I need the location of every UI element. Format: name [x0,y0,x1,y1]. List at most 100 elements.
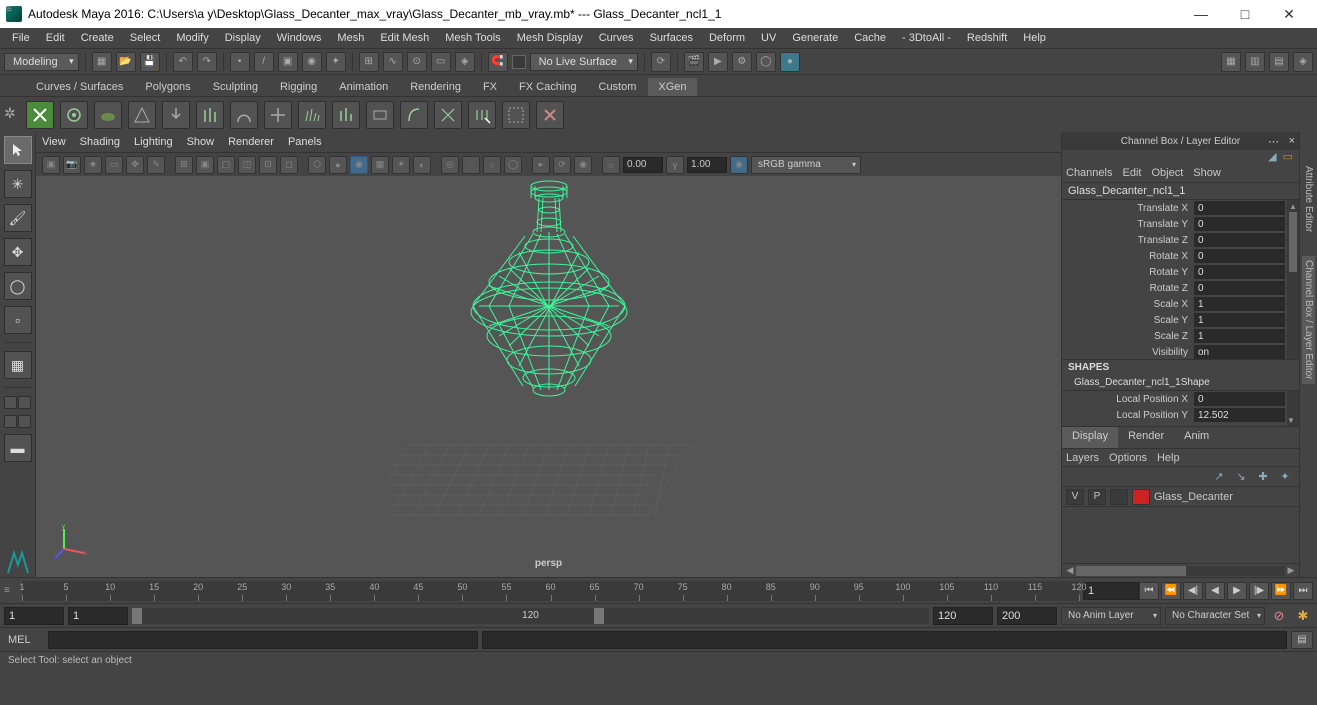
layer-hscrollbar[interactable]: ◀▶ [1062,563,1299,577]
undo-icon[interactable]: ↶ [173,52,193,72]
select-face-icon[interactable]: ▣ [278,52,298,72]
select-vertex-icon[interactable]: • [230,52,250,72]
layer-color-swatch[interactable] [1132,489,1150,505]
attr-value[interactable]: 12.502 [1194,408,1285,422]
panel-layout4-icon[interactable]: ◈ [1293,52,1313,72]
vp-shaded-icon[interactable]: ● [329,156,347,174]
step-back-button[interactable]: ◀| [1183,582,1203,600]
vp-color-mode-dropdown[interactable]: sRGB gamma [751,156,861,174]
snap-plane-icon[interactable]: ▭ [431,52,451,72]
range-end-field[interactable]: 200 [997,607,1057,625]
single-view-icon[interactable]: ▬ [4,434,32,462]
step-back-key-button[interactable]: ⏪ [1161,582,1181,600]
cb-menu-show[interactable]: Show [1193,167,1221,179]
vp-menu-show[interactable]: Show [187,136,215,148]
paint-tool[interactable]: 🖌 [4,204,32,232]
workspace-mode-dropdown[interactable]: Modeling [4,53,79,71]
snap-grid-icon[interactable]: ⊞ [359,52,379,72]
render-settings-icon[interactable]: ⚙ [732,52,752,72]
channel-scrollbar[interactable]: ▲ [1287,200,1299,359]
vp-lights-icon[interactable]: ☀ [392,156,410,174]
menu-redshift[interactable]: Redshift [959,30,1015,46]
object-name[interactable]: Glass_Decanter_ncl1_1 [1062,182,1299,199]
timeline-ruler[interactable]: 1510152025303540455055606570758085909510… [22,581,1079,601]
menu-mesh-tools[interactable]: Mesh Tools [437,30,508,46]
attr-value[interactable]: 0 [1194,201,1285,215]
attr-row-rotate-y[interactable]: Rotate Y0 [1062,264,1299,280]
menu-uv[interactable]: UV [753,30,784,46]
minimize-button[interactable]: — [1179,0,1223,28]
vp-isolate-icon[interactable]: ◎ [441,156,459,174]
ipr-render-icon[interactable]: ▶ [708,52,728,72]
cmd-input[interactable] [48,631,478,649]
select-edge-icon[interactable]: / [254,52,274,72]
vp-shaded-wire-icon[interactable]: ◉ [350,156,368,174]
select-multi-icon[interactable]: ✦ [326,52,346,72]
xgen-cut-icon[interactable] [434,101,462,129]
attr-value[interactable]: 0 [1194,249,1285,263]
vtab-attribute-editor[interactable]: Attribute Editor [1302,162,1315,236]
new-scene-icon[interactable]: ▦ [92,52,112,72]
vp-textured-icon[interactable]: ▦ [371,156,389,174]
viewport-3d[interactable]: y x z persp [36,176,1061,577]
current-frame-field[interactable]: 1 [1083,582,1139,600]
timeline-menu-icon[interactable]: ≡ [4,585,18,596]
vp-field-chart-icon[interactable]: ⊡ [259,156,277,174]
channel-icon2[interactable]: ▭ [1283,150,1293,164]
layer-move-up-icon[interactable]: ↗ [1211,469,1227,485]
cb-menu-channels[interactable]: Channels [1066,167,1112,179]
go-end-button[interactable]: ⏭ [1293,582,1313,600]
save-scene-icon[interactable]: 💾 [140,52,160,72]
layer-menu-layers[interactable]: Layers [1066,452,1099,464]
shape-scrollbar[interactable]: ▼ [1287,391,1299,426]
layer-display-cell[interactable] [1110,489,1128,505]
shape-attr-row[interactable]: Local Position X0 [1062,391,1299,407]
vp-xray-comp-icon[interactable]: ◯ [504,156,522,174]
vp-grid-icon[interactable]: ⊞ [175,156,193,174]
scale-tool[interactable]: ▫ [4,306,32,334]
rotate-tool[interactable]: ◯ [4,272,32,300]
layer-new-icon[interactable]: ✦ [1277,469,1293,485]
lasso-tool[interactable]: ✳ [4,170,32,198]
autokey-icon[interactable]: ⊘ [1269,606,1289,626]
xgen-move-icon[interactable] [264,101,292,129]
shelf-tab-fx[interactable]: FX [473,78,507,96]
menu-file[interactable]: File [4,30,38,46]
xgen-collect-icon[interactable] [94,101,122,129]
layer-new-empty-icon[interactable]: ✚ [1255,469,1271,485]
xgen-bend-icon[interactable] [400,101,428,129]
close-button[interactable]: ✕ [1267,0,1311,28]
attr-row-translate-y[interactable]: Translate Y0 [1062,216,1299,232]
character-set-dropdown[interactable]: No Character Set [1165,607,1265,625]
vp-xray-joints-icon[interactable]: ○ [483,156,501,174]
shelf-tab-sculpting[interactable]: Sculpting [203,78,268,96]
range-out-field[interactable]: 120 [933,607,993,625]
shelf-tab-curves-surfaces[interactable]: Curves / Surfaces [26,78,133,96]
attr-value[interactable]: 0 [1194,392,1285,406]
attr-row-rotate-z[interactable]: Rotate Z0 [1062,280,1299,296]
layer-tab-display[interactable]: Display [1062,427,1118,448]
attr-value[interactable]: 0 [1194,281,1285,295]
panel-layout1-icon[interactable]: ▦ [1221,52,1241,72]
attr-value[interactable]: 1 [1194,313,1285,327]
move-tool[interactable]: ✥ [4,238,32,266]
menu-edit[interactable]: Edit [38,30,73,46]
vp-2d-pan-icon[interactable]: ✥ [126,156,144,174]
attr-value[interactable]: 0 [1194,233,1285,247]
range-start-field[interactable]: 1 [4,607,64,625]
menu-cache[interactable]: Cache [846,30,894,46]
xgen-open-icon[interactable] [26,101,54,129]
anim-layer-dropdown[interactable]: No Anim Layer [1061,607,1161,625]
cb-menu-edit[interactable]: Edit [1122,167,1141,179]
menu-windows[interactable]: Windows [269,30,330,46]
shelf-tab-rendering[interactable]: Rendering [400,78,471,96]
layout-quad2-icon[interactable] [18,396,31,409]
panel-close-icon[interactable]: × [1289,135,1295,147]
vp-gamma-icon[interactable]: γ [666,156,684,174]
attr-value[interactable]: on [1194,345,1285,359]
menu-surfaces[interactable]: Surfaces [642,30,701,46]
select-tool[interactable] [4,136,32,164]
layer-menu-options[interactable]: Options [1109,452,1147,464]
vp-shadows-icon[interactable]: ◐ [413,156,431,174]
attr-row-scale-z[interactable]: Scale Z1 [1062,328,1299,344]
